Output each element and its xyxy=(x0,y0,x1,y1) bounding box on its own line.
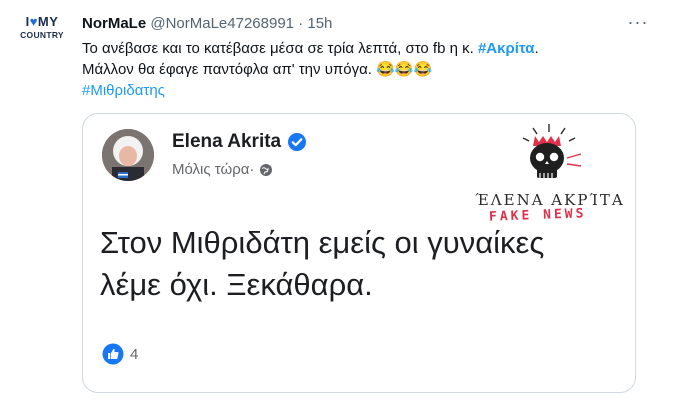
fb-post-time: Μόλις τώρα xyxy=(172,161,250,178)
hashtag-mithridatis[interactable]: #Μιθριδατης xyxy=(82,82,165,99)
embedded-image-card[interactable]: Elena Akrita Μόλις τώρα · Στον Μιθριδάτη… xyxy=(82,113,636,393)
skull-icon xyxy=(522,124,582,178)
fb-post-text: Στον Μιθριδάτη εμείς οι γυναίκες λέμε όχ… xyxy=(100,225,545,302)
header-separator: · xyxy=(298,15,304,32)
heart-icon: ♥ xyxy=(29,14,38,29)
tweet-timestamp[interactable]: 15h xyxy=(307,15,332,32)
globe-icon xyxy=(260,163,273,176)
watermark-title: ΈΛΕΝΑ ΑΚΡΊΤΑ xyxy=(475,191,625,209)
tweet-view: I♥MY COUNTRY NorMaLe @NorMaLe47268991 · … xyxy=(0,0,674,403)
logo-text-top: I♥MY xyxy=(14,14,70,30)
profile-photo xyxy=(102,129,154,181)
tweet-text-part1: Το ανέβασε και το κατέβασε μέσα σε τρία … xyxy=(82,40,478,57)
fb-author-row: Elena Akrita xyxy=(172,131,307,153)
hashtag-akrita[interactable]: #Ακρίτα xyxy=(478,40,534,57)
author-handle[interactable]: @NorMaLe47268991 xyxy=(150,15,294,32)
reaction-count: 4 xyxy=(130,345,139,363)
verified-icon xyxy=(288,133,307,151)
fb-time-separator: · xyxy=(249,161,255,178)
author-name[interactable]: NorMaLe xyxy=(82,15,146,32)
tweet-text-line2: Μάλλον θα έφαγε παντόφλα απ' την υπόγα. … xyxy=(82,61,433,78)
fb-reactions: 4 xyxy=(102,343,138,365)
tweet-text: Το ανέβασε και το κατέβασε μέσα σε τρία … xyxy=(82,38,642,101)
tweet-header: NorMaLe @NorMaLe47268991 · 15h xyxy=(82,14,332,34)
fake-news-watermark: ΈΛΕΝΑ ΑΚΡΊΤΑ FAKE NEWS xyxy=(463,120,635,230)
logo-text-bottom: COUNTRY xyxy=(20,30,64,40)
fb-author-name: Elena Akrita xyxy=(172,131,282,152)
logo-word: MY xyxy=(37,14,59,29)
tweet-text-part2: . xyxy=(534,40,539,57)
fb-time-row: Μόλις τώρα · xyxy=(172,161,273,178)
watermark-stamp: FAKE NEWS xyxy=(488,206,587,225)
profile-photo-graphic xyxy=(102,129,154,181)
more-icon[interactable]: ··· xyxy=(626,12,650,36)
account-avatar[interactable]: I♥MY COUNTRY xyxy=(14,14,70,60)
like-icon xyxy=(102,343,124,365)
